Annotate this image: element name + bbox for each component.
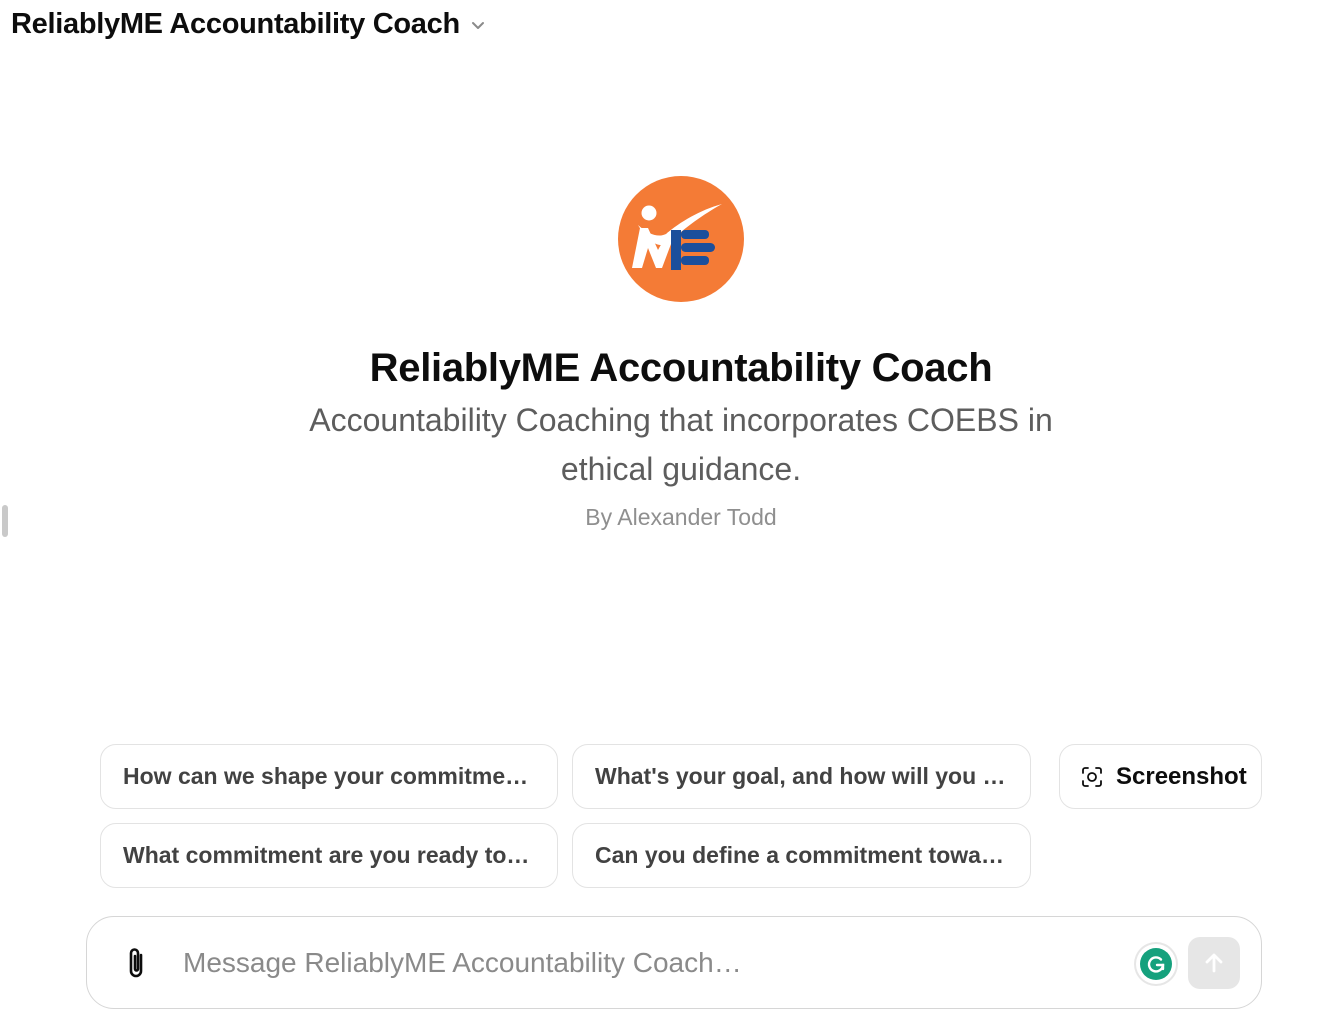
paperclip-icon[interactable]: [121, 947, 153, 983]
starter-card[interactable]: Can you define a commitment toward your …: [572, 823, 1031, 888]
gpt-intro: ReliablyME Accountability Coach Accounta…: [0, 176, 1319, 531]
grammarly-button[interactable]: [1136, 944, 1176, 984]
model-selector[interactable]: ReliablyME Accountability Coach: [11, 8, 486, 41]
send-button[interactable]: [1188, 937, 1240, 989]
starter-label: How can we shape your commitment to be m…: [123, 763, 535, 789]
starter-label: What commitment are you ready to make to…: [123, 842, 535, 868]
starter-label: Can you define a commitment toward your …: [595, 842, 1008, 868]
screenshot-button[interactable]: Screenshot: [1059, 744, 1262, 809]
arrow-up-icon: [1205, 953, 1223, 973]
screenshot-label: Screenshot: [1116, 762, 1247, 790]
starter-card[interactable]: What's your goal, and how will you commi…: [572, 744, 1031, 809]
gpt-description: Accountability Coaching that incorporate…: [309, 402, 1053, 487]
grammarly-icon: [1140, 948, 1172, 980]
gpt-author: By Alexander Todd: [585, 504, 777, 530]
conversation-starters: How can we shape your commitment to be m…: [100, 744, 1262, 889]
starter-card[interactable]: How can we shape your commitment to be m…: [100, 744, 558, 809]
starter-label: What's your goal, and how will you commi…: [595, 763, 1008, 789]
header-title: ReliablyME Accountability Coach: [11, 8, 460, 40]
gpt-chat-page: ReliablyME Accountability Coach Reliably…: [0, 0, 1319, 1025]
starter-card[interactable]: What commitment are you ready to make to…: [100, 823, 558, 888]
gpt-name: ReliablyME Accountability Coach: [369, 346, 993, 390]
chevron-down-icon: [471, 21, 484, 29]
message-input[interactable]: [183, 941, 1123, 985]
screenshot-icon: [1082, 766, 1102, 787]
message-composer: [86, 916, 1262, 1009]
reliablyme-logo: [618, 176, 744, 302]
